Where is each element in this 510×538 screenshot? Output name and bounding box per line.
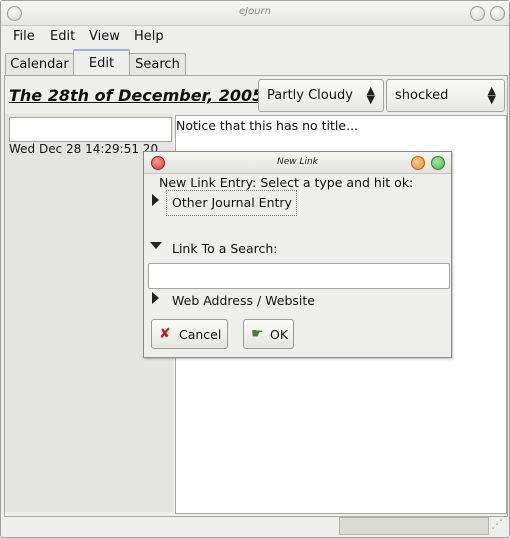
tab-edit[interactable]: Edit: [73, 49, 130, 77]
mood-combo[interactable]: shocked ▲ ▼: [386, 79, 505, 112]
window-titlebar[interactable]: eJourn: [1, 1, 509, 26]
tab-calendar[interactable]: Calendar: [5, 53, 74, 76]
entry-body-text: Notice that this has no title...: [176, 118, 359, 133]
mood-value: shocked: [395, 88, 449, 103]
up-down-arrows-icon: ▲ ▼: [366, 84, 375, 106]
weather-combo[interactable]: Partly Cloudy ▲ ▼: [258, 79, 384, 112]
weather-value: Partly Cloudy: [267, 88, 353, 103]
minimize-icon[interactable]: [470, 6, 485, 21]
cancel-x-icon: ✘: [159, 326, 171, 342]
tab-bar: Calendar Edit Search: [1, 49, 509, 77]
option-journal-entry[interactable]: Other Journal Entry: [166, 190, 297, 216]
ok-button-label: OK: [270, 327, 289, 342]
cancel-button-label: Cancel: [179, 327, 222, 342]
date-heading: The 28th of December, 2005: [9, 86, 264, 105]
maximize-icon[interactable]: [490, 6, 505, 21]
menu-file[interactable]: File: [13, 29, 35, 44]
dialog-instruction: New Link Entry: Select a type and hit ok…: [159, 175, 414, 190]
triangle-down-icon[interactable]: [150, 242, 162, 249]
cancel-button[interactable]: ✘ Cancel: [151, 319, 228, 349]
option-search-link[interactable]: Link To a Search:: [172, 241, 278, 256]
minimize-icon[interactable]: [411, 156, 425, 170]
dialog-titlebar[interactable]: New Link: [144, 152, 451, 174]
menu-view[interactable]: View: [89, 29, 120, 44]
tab-search[interactable]: Search: [129, 53, 186, 76]
dialog-title: New Link: [277, 157, 318, 167]
maximize-icon[interactable]: [431, 156, 445, 170]
window-title: eJourn: [238, 6, 271, 17]
option-web-address[interactable]: Web Address / Website: [172, 293, 315, 308]
ok-button[interactable]: ☛ OK: [243, 319, 294, 349]
ok-hand-icon: ☛: [251, 326, 264, 342]
resize-grip-icon[interactable]: ⋰: [491, 517, 507, 535]
progress-bar: [339, 517, 489, 535]
up-down-arrows-icon: ▲ ▼: [487, 84, 496, 106]
entry-title-input[interactable]: [9, 117, 172, 142]
menu-edit[interactable]: Edit: [50, 29, 75, 44]
triangle-right-icon[interactable]: [152, 194, 159, 206]
menu-help[interactable]: Help: [134, 29, 164, 44]
menu-bar: File Edit View Help: [1, 25, 509, 47]
search-link-input[interactable]: [148, 263, 450, 289]
triangle-right-icon[interactable]: [152, 292, 159, 304]
